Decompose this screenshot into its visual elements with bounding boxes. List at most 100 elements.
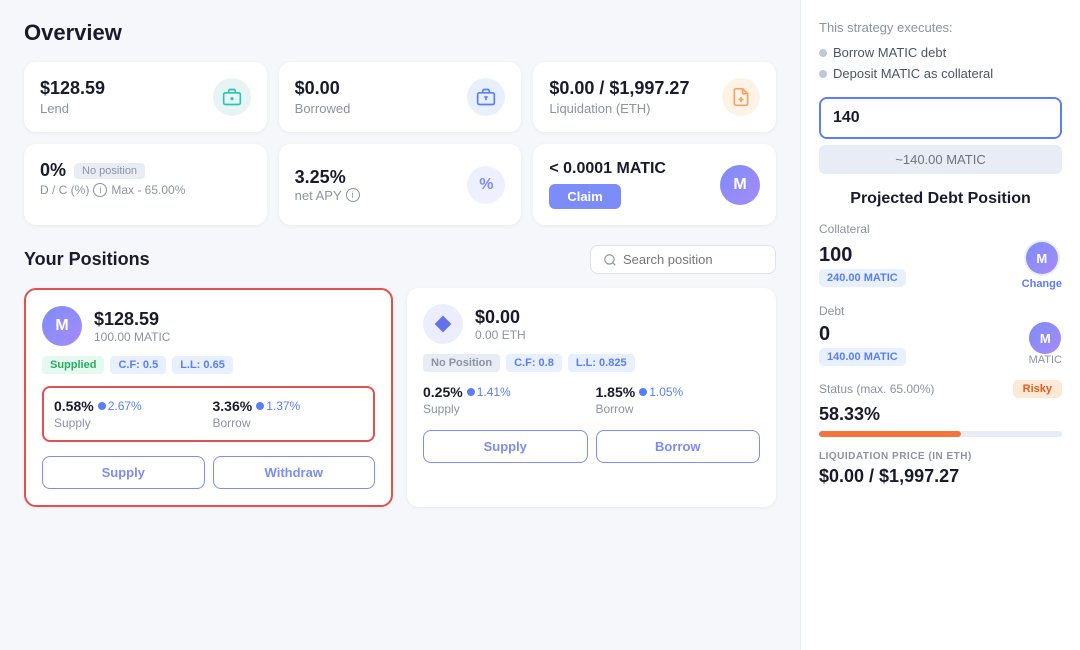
eth-badge-2: L.L: 0.825 <box>568 354 635 372</box>
positions-title: Your Positions <box>24 249 150 270</box>
overview-stats-row2: 0% No position D / C (%) i Max - 65.00% … <box>24 144 776 225</box>
position-card-matic: M $128.59 100.00 MATIC Supplied C.F: 0.5… <box>24 288 393 507</box>
apy-percent-icon: % <box>467 166 505 204</box>
supply-change-dot <box>98 402 106 410</box>
matic-borrow-change: 1.37% <box>256 399 300 413</box>
collateral-label: Collateral <box>819 222 1062 236</box>
matic-borrow-group: 3.36% 1.37% Borrow <box>213 398 364 430</box>
strategy-items: Borrow MATIC debt Deposit MATIC as colla… <box>819 45 1062 81</box>
debt-section: Debt 0 140.00 MATIC M MATIC <box>819 304 1062 366</box>
debt-badge: 140.00 MATIC <box>819 348 906 366</box>
dc-card: 0% No position D / C (%) i Max - 65.00% <box>24 144 267 225</box>
dc-label: D / C (%) <box>40 183 89 197</box>
amount-input-group[interactable]: MATIC <box>819 97 1062 139</box>
eth-action-btns: Supply Borrow <box>423 430 760 463</box>
eth-borrow-change-dot <box>639 388 647 396</box>
position-card-eth: $0.00 0.00 ETH No Position C.F: 0.8 L.L:… <box>407 288 776 507</box>
matic-label: MATIC <box>1029 354 1062 366</box>
lend-icon <box>213 78 251 116</box>
liquidation-icon <box>722 78 760 116</box>
bullet-0 <box>819 49 827 57</box>
eth-borrow-button[interactable]: Borrow <box>596 430 761 463</box>
matic-rates-row: 0.58% 2.67% Supply 3.36% 1.37% <box>42 386 375 442</box>
eth-borrow-group: 1.85% 1.05% Borrow <box>596 384 761 416</box>
change-button[interactable]: M Change <box>1022 240 1062 290</box>
apy-info-icon[interactable]: i <box>346 188 360 202</box>
eth-rates-row: 0.25% 1.41% Supply 1.85% 1.05% <box>423 384 760 416</box>
overview-stats-row: $128.59 Lend $0.00 Borrowed <box>24 62 776 132</box>
dc-pct: 0% <box>40 160 66 181</box>
positions-grid: M $128.59 100.00 MATIC Supplied C.F: 0.5… <box>24 288 776 507</box>
debt-matic-icon: M <box>1029 322 1061 354</box>
matic-withdraw-button[interactable]: Withdraw <box>213 456 376 489</box>
eth-borrow-rate: 1.85% <box>596 384 636 400</box>
strategy-item-0: Borrow MATIC debt <box>819 45 1062 60</box>
change-icon: M <box>1024 240 1060 276</box>
status-label: Status (max. 65.00%) <box>819 382 934 396</box>
matic-supply-rate: 0.58% <box>54 398 94 414</box>
search-input[interactable] <box>623 252 763 267</box>
collateral-section: Collateral 100 240.00 MATIC M Change <box>819 222 1062 290</box>
lend-value: $128.59 <box>40 78 105 99</box>
eth-badge-0: No Position <box>423 354 500 372</box>
lend-label: Lend <box>40 101 105 116</box>
debt-value: 0 <box>819 323 906 346</box>
bullet-1 <box>819 70 827 78</box>
matic-pos-amount: $128.59 <box>94 309 170 330</box>
eth-pos-amount: $0.00 <box>475 307 526 328</box>
matic-supply-button[interactable]: Supply <box>42 456 205 489</box>
matic-supply-group: 0.58% 2.67% Supply <box>54 398 205 430</box>
eth-supply-label: Supply <box>423 402 588 416</box>
eth-supply-change-dot <box>467 388 475 396</box>
status-pct: 58.33% <box>819 404 1062 425</box>
borrowed-value: $0.00 <box>295 78 351 99</box>
claim-button[interactable]: Claim <box>549 184 620 209</box>
matic-badges-row: Supplied C.F: 0.5 L.L: 0.65 <box>42 356 375 374</box>
matic-avatar: M <box>720 165 760 205</box>
matic-borrow-rate: 3.36% <box>213 398 253 414</box>
eth-supply-rate: 0.25% <box>423 384 463 400</box>
change-label: Change <box>1022 278 1062 290</box>
matic-supply-change: 2.67% <box>98 399 142 413</box>
search-box[interactable] <box>590 245 776 274</box>
strategy-item-1: Deposit MATIC as collateral <box>819 66 1062 81</box>
borrowed-icon <box>467 78 505 116</box>
pos-header-eth: $0.00 0.00 ETH <box>423 304 760 344</box>
collateral-row: 100 240.00 MATIC M Change <box>819 240 1062 290</box>
matic-supply-label: Supply <box>54 416 205 430</box>
eth-badge-1: C.F: 0.8 <box>506 354 562 372</box>
eth-borrow-change: 1.05% <box>639 385 683 399</box>
net-apy-card: 3.25% net APY i % <box>279 144 522 225</box>
amount-input[interactable] <box>821 99 1062 137</box>
debt-label: Debt <box>819 304 1062 318</box>
liq-value: $0.00 / $1,997.27 <box>819 466 1062 487</box>
eth-borrow-label: Borrow <box>596 402 761 416</box>
dc-info-icon[interactable]: i <box>93 183 107 197</box>
net-apy-label: net APY <box>295 188 342 203</box>
matic-borrow-label: Borrow <box>213 416 364 430</box>
matic-pos-sub: 100.00 MATIC <box>94 330 170 344</box>
main-content: Overview $128.59 Lend $0.00 Borrowed <box>0 0 800 650</box>
eth-supply-group: 0.25% 1.41% Supply <box>423 384 588 416</box>
liquidation-card: $0.00 / $1,997.27 Liquidation (ETH) <box>533 62 776 132</box>
search-icon <box>603 253 617 267</box>
eth-supply-button[interactable]: Supply <box>423 430 588 463</box>
sidebar: This strategy executes: Borrow MATIC deb… <box>800 0 1080 650</box>
net-apy-value: 3.25% <box>295 167 360 188</box>
eth-supply-change: 1.41% <box>467 385 511 399</box>
matic-amount: < 0.0001 MATIC <box>549 160 666 178</box>
lend-card: $128.59 Lend <box>24 62 267 132</box>
matic-badge-2: L.L: 0.65 <box>172 356 233 374</box>
liq-label: LIQUIDATION PRICE (IN ETH) <box>819 451 1062 462</box>
matic-pos-avatar: M <box>42 306 82 346</box>
eth-pos-avatar <box>423 304 463 344</box>
projected-title: Projected Debt Position <box>819 190 1062 208</box>
progress-fill <box>819 431 961 437</box>
eth-badges-row: No Position C.F: 0.8 L.L: 0.825 <box>423 354 760 372</box>
debt-row: 0 140.00 MATIC M MATIC <box>819 322 1062 366</box>
borrowed-card: $0.00 Borrowed <box>279 62 522 132</box>
liquidation-value: $0.00 / $1,997.27 <box>549 78 689 99</box>
matic-badge-0: Supplied <box>42 356 104 374</box>
collateral-value: 100 <box>819 244 906 267</box>
collateral-badge: 240.00 MATIC <box>819 269 906 287</box>
